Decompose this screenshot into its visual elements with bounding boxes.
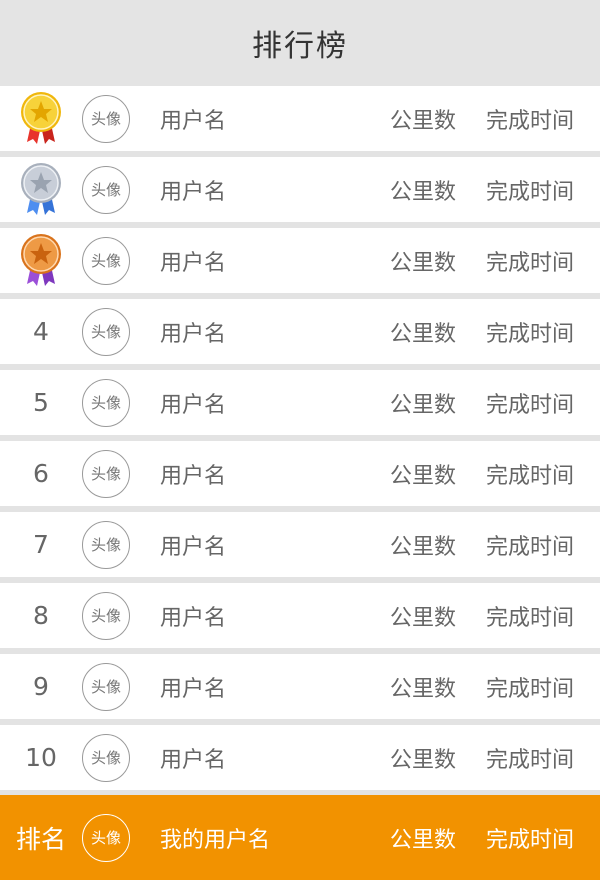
leaderboard-row-10[interactable]: 10 头像 用户名 公里数 完成时间: [0, 725, 600, 790]
avatar: 头像: [82, 520, 130, 569]
finish-time: 完成时间: [486, 463, 575, 489]
gold-medal-icon: [21, 91, 61, 144]
leaderboard-page: 排行榜 头像 用户名 公里数 完成时间 头像 用户名 公里数 完成时间 头像 用…: [0, 0, 600, 880]
username: 用户名: [160, 534, 227, 560]
rank-number: 4: [33, 317, 49, 346]
finish-time: 完成时间: [486, 179, 575, 205]
leaderboard-row-3[interactable]: 头像 用户名 公里数 完成时间: [0, 228, 600, 293]
finish-time: 完成时间: [486, 321, 575, 347]
rank-cell: 8: [0, 583, 82, 648]
rank-cell: 6: [0, 441, 82, 506]
distance: 公里数: [390, 463, 457, 489]
finish-time: 完成时间: [486, 747, 575, 773]
finish-time: 完成时间: [486, 534, 575, 560]
avatar: 头像: [82, 449, 130, 498]
username: 用户名: [160, 321, 227, 347]
rank-number: 6: [33, 459, 49, 488]
rank-cell: 9: [0, 654, 82, 719]
distance: 公里数: [390, 676, 457, 702]
distance: 公里数: [390, 108, 457, 134]
rank-cell: [0, 228, 82, 293]
leaderboard-row-9[interactable]: 9 头像 用户名 公里数 完成时间: [0, 654, 600, 719]
leaderboard-row-6[interactable]: 6 头像 用户名 公里数 完成时间: [0, 441, 600, 506]
finish-time: 完成时间: [486, 605, 575, 631]
distance: 公里数: [390, 321, 457, 347]
header: 排行榜: [0, 0, 600, 86]
username: 用户名: [160, 179, 227, 205]
my-username: 我的用户名: [160, 827, 271, 853]
distance: 公里数: [390, 747, 457, 773]
page-title: 排行榜: [252, 29, 348, 64]
rank-cell: [0, 86, 82, 151]
my-finish-time: 完成时间: [486, 827, 575, 853]
avatar: 头像: [82, 165, 130, 214]
rank-cell: 7: [0, 512, 82, 577]
rank-number: 8: [33, 601, 49, 630]
username: 用户名: [160, 676, 227, 702]
leaderboard-row-1[interactable]: 头像 用户名 公里数 完成时间: [0, 86, 600, 151]
rank-cell: 5: [0, 370, 82, 435]
rank-cell: 排名: [0, 795, 82, 880]
leaderboard-list: 头像 用户名 公里数 完成时间 头像 用户名 公里数 完成时间 头像 用户名 公…: [0, 86, 600, 796]
rank-number: 9: [33, 672, 49, 701]
finish-time: 完成时间: [486, 108, 575, 134]
leaderboard-row-5[interactable]: 5 头像 用户名 公里数 完成时间: [0, 370, 600, 435]
username: 用户名: [160, 605, 227, 631]
finish-time: 完成时间: [486, 392, 575, 418]
rank-cell: 4: [0, 299, 82, 364]
bronze-medal-icon: [21, 233, 61, 286]
rank-cell: 10: [0, 725, 82, 790]
distance: 公里数: [390, 605, 457, 631]
username: 用户名: [160, 392, 227, 418]
silver-medal-icon: [21, 162, 61, 215]
my-distance: 公里数: [390, 827, 457, 853]
rank-number: 10: [25, 743, 57, 772]
username: 用户名: [160, 463, 227, 489]
my-avatar: 头像: [82, 813, 130, 862]
finish-time: 完成时间: [486, 250, 575, 276]
leaderboard-row-4[interactable]: 4 头像 用户名 公里数 完成时间: [0, 299, 600, 364]
avatar: 头像: [82, 94, 130, 143]
username: 用户名: [160, 250, 227, 276]
leaderboard-row-7[interactable]: 7 头像 用户名 公里数 完成时间: [0, 512, 600, 577]
username: 用户名: [160, 108, 227, 134]
avatar: 头像: [82, 591, 130, 640]
avatar: 头像: [82, 378, 130, 427]
avatar: 头像: [82, 307, 130, 356]
avatar: 头像: [82, 733, 130, 782]
distance: 公里数: [390, 250, 457, 276]
my-rank-label: 排名: [15, 824, 66, 854]
avatar: 头像: [82, 662, 130, 711]
rank-number: 5: [33, 388, 49, 417]
finish-time: 完成时间: [486, 676, 575, 702]
avatar: 头像: [82, 236, 130, 285]
username: 用户名: [160, 747, 227, 773]
distance: 公里数: [390, 392, 457, 418]
distance: 公里数: [390, 179, 457, 205]
rank-number: 7: [33, 530, 49, 559]
leaderboard-row-8[interactable]: 8 头像 用户名 公里数 完成时间: [0, 583, 600, 648]
my-rank-row[interactable]: 排名 头像 我的用户名 公里数 完成时间: [0, 795, 600, 880]
rank-cell: [0, 157, 82, 222]
leaderboard-row-2[interactable]: 头像 用户名 公里数 完成时间: [0, 157, 600, 222]
distance: 公里数: [390, 534, 457, 560]
